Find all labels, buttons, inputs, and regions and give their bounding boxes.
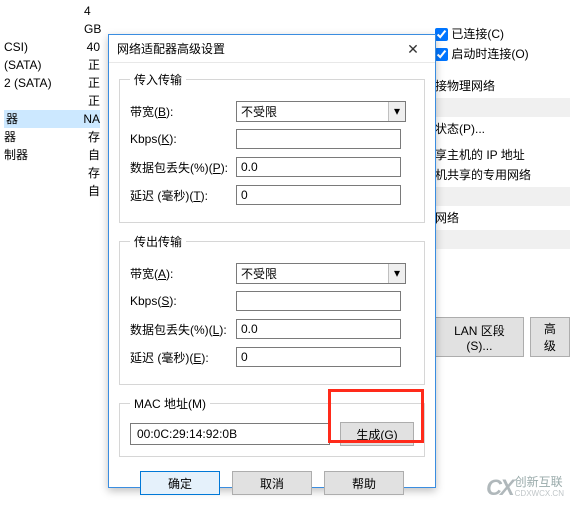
cancel-button[interactable]: 取消 (232, 471, 312, 495)
kbps-in-input[interactable] (236, 129, 401, 149)
lan-segment-button[interactable]: LAN 区段(S)... (435, 317, 524, 357)
loss-out-input[interactable] (236, 319, 401, 339)
mac-address-input[interactable] (130, 423, 330, 445)
background-right-panel: 已连接(C) 启动时连接(O) 接物理网络 状态(P)... 享主机的 IP 地… (435, 0, 570, 357)
right-line: 网络 (435, 208, 570, 228)
latency-in-label: 延迟 (毫秒)(T): (130, 187, 236, 204)
dialog-button-row: 确定 取消 帮助 (119, 471, 425, 495)
kbps-out-label: Kbps(S): (130, 294, 236, 308)
gray-bar (435, 187, 570, 206)
background-tree: 4 GB CSI)40 (SATA)正 2 (SATA)正 正 器NA 器存 制… (0, 0, 100, 200)
tree-row: 存 (4, 164, 100, 182)
tree-row: 器存 (4, 128, 100, 146)
checkbox-connect-on-start[interactable]: 启动时连接(O) (435, 44, 570, 64)
bandwidth-in-select[interactable]: 不受限 ▾ (236, 101, 406, 122)
close-icon[interactable]: ✕ (393, 38, 433, 60)
latency-out-input[interactable] (236, 347, 401, 367)
bandwidth-out-select[interactable]: 不受限 ▾ (236, 263, 406, 284)
mac-group: MAC 地址(M) 生成(G) (119, 395, 425, 457)
tree-row: 自 (4, 182, 100, 200)
dialog-titlebar: 网络适配器高级设置 ✕ (109, 35, 435, 63)
watermark-logo: CX 创新互联 CDXWCX.CN (486, 475, 564, 501)
tree-row: 2 (SATA)正 (4, 74, 100, 92)
help-button[interactable]: 帮助 (324, 471, 404, 495)
mac-legend: MAC 地址(M) (130, 395, 210, 412)
tree-row: CSI)40 (4, 38, 100, 56)
tree-row-selected[interactable]: 器NA (4, 110, 100, 128)
right-line: 享主机的 IP 地址 (435, 145, 570, 165)
loss-out-label: 数据包丢失(%)(L): (130, 321, 236, 338)
ok-button[interactable]: 确定 (140, 471, 220, 495)
kbps-in-label: Kbps(K): (130, 132, 236, 146)
outgoing-legend: 传出传输 (130, 233, 186, 250)
tree-row: 制器自 (4, 146, 100, 164)
right-line: 接物理网络 (435, 76, 570, 96)
bandwidth-out-label: 带宽(A): (130, 265, 236, 282)
dialog-title: 网络适配器高级设置 (117, 40, 225, 57)
checkbox-connected[interactable]: 已连接(C) (435, 24, 570, 44)
chevron-down-icon: ▾ (388, 264, 405, 283)
gray-bar (435, 98, 570, 117)
outgoing-group: 传出传输 带宽(A): 不受限 ▾ Kbps(S): 数据包丢失(%)(L): … (119, 233, 425, 385)
gray-bar (435, 230, 570, 249)
right-line: 机共享的专用网络 (435, 165, 570, 185)
right-line: 状态(P)... (435, 119, 570, 139)
latency-out-label: 延迟 (毫秒)(E): (130, 349, 236, 366)
advanced-button[interactable]: 高级 (530, 317, 570, 357)
chevron-down-icon: ▾ (388, 102, 405, 121)
logo-text-1: 创新互联 (515, 477, 564, 488)
latency-in-input[interactable] (236, 185, 401, 205)
logo-text-2: CDXWCX.CN (515, 488, 564, 499)
generate-button[interactable]: 生成(G) (340, 422, 414, 446)
bandwidth-in-label: 带宽(B): (130, 103, 236, 120)
kbps-out-input[interactable] (236, 291, 401, 311)
tree-mem: 4 GB (4, 2, 100, 38)
loss-in-input[interactable] (236, 157, 401, 177)
incoming-legend: 传入传输 (130, 71, 186, 88)
tree-row: 正 (4, 92, 100, 110)
incoming-group: 传入传输 带宽(B): 不受限 ▾ Kbps(K): 数据包丢失(%)(P): … (119, 71, 425, 223)
tree-row: (SATA)正 (4, 56, 100, 74)
loss-in-label: 数据包丢失(%)(P): (130, 159, 236, 176)
network-adapter-advanced-dialog: 网络适配器高级设置 ✕ 传入传输 带宽(B): 不受限 ▾ Kbps(K): 数… (108, 34, 436, 488)
logo-icon: CX (486, 475, 513, 501)
